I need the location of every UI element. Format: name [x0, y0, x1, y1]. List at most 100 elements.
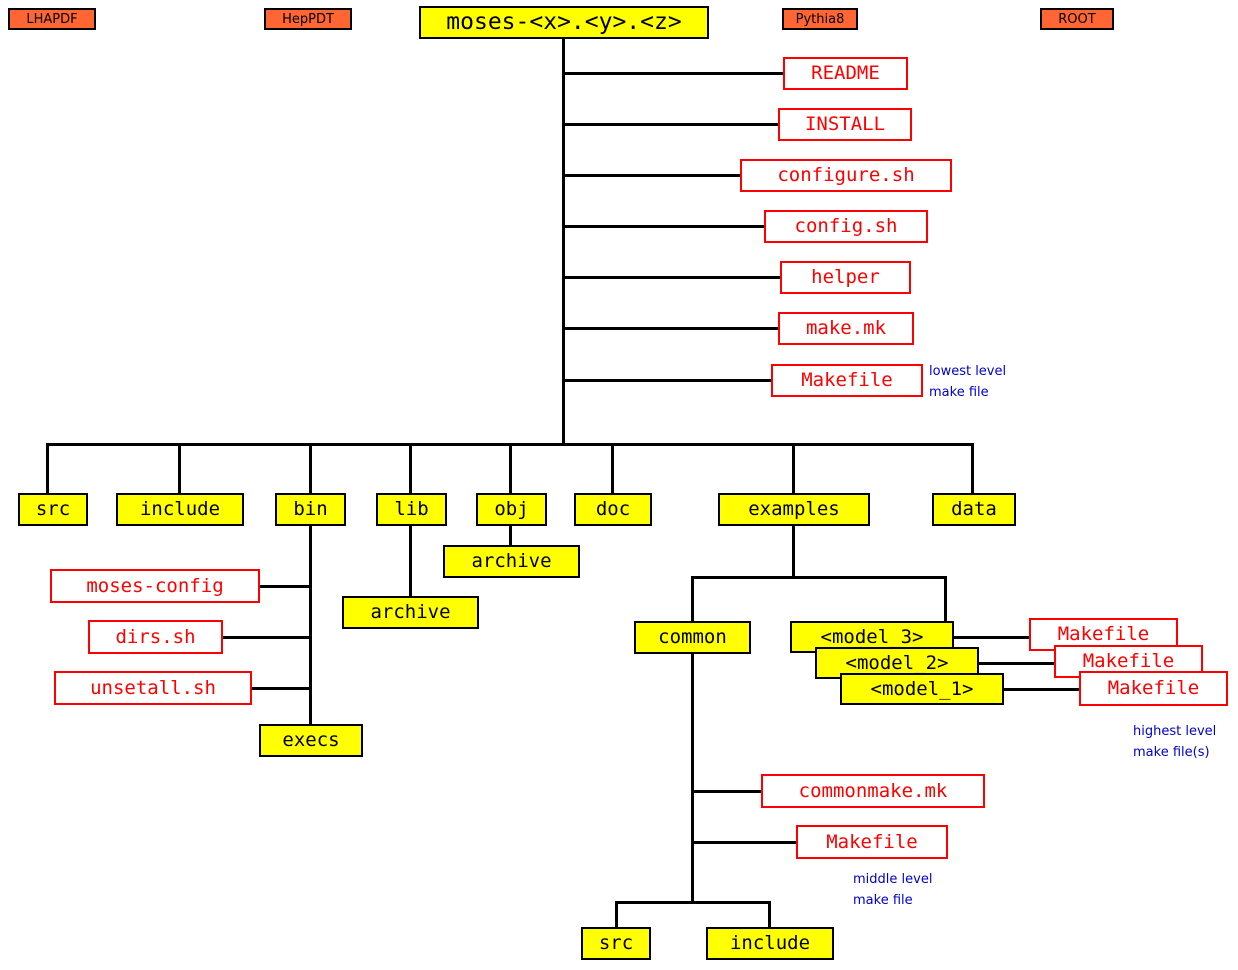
file-node-makefile-model-1: Makefile	[1079, 671, 1228, 706]
file-node-unsetall-sh: unsetall.sh	[54, 671, 252, 705]
dir-label: <model_3>	[820, 625, 924, 648]
stem-src	[46, 443, 49, 493]
dir-node-common-include: include	[706, 927, 834, 960]
file-label: dirs.sh	[115, 625, 196, 648]
stem-lib	[409, 443, 412, 493]
connector-makefile-lowest	[562, 379, 773, 382]
annotation-highest-level-make-files: highest level make file(s)	[1133, 721, 1216, 764]
file-label: config.sh	[794, 215, 898, 237]
connector-install	[562, 123, 780, 126]
file-label: Makefile	[1082, 650, 1175, 672]
dir-label: include	[729, 932, 811, 954]
dir-label: common	[658, 626, 727, 648]
dir-node-lib: lib	[376, 493, 447, 526]
file-node-helper: helper	[780, 261, 911, 294]
connector-dirs-sh	[221, 636, 312, 639]
dir-node-obj: obj	[476, 493, 547, 526]
external-package-heppdt: HepPDT	[264, 8, 352, 30]
connector-lib-archive	[409, 526, 412, 596]
root-package-label: moses-<x>.<y>.<z>	[446, 9, 682, 35]
external-package-label: Pythia8	[795, 11, 845, 27]
file-node-make-mk: make.mk	[778, 312, 914, 345]
connector-makefile-middle	[691, 841, 798, 844]
file-label: Makefile	[1057, 623, 1150, 645]
connector-model-3-makefile	[950, 636, 1040, 639]
annotation-line-2: make file(s)	[1133, 745, 1210, 761]
connector-configure-sh	[562, 174, 742, 177]
dir-node-common: common	[634, 621, 751, 654]
bus-line-common-children	[615, 901, 771, 904]
dir-label: lib	[394, 498, 429, 520]
root-package-node: moses-<x>.<y>.<z>	[419, 6, 709, 39]
stem-include	[178, 443, 181, 493]
dir-node-bin: bin	[275, 493, 346, 526]
stem-data	[971, 443, 974, 493]
connector-readme	[562, 72, 785, 75]
trunk-line-common	[691, 654, 694, 904]
annotation-line-1: highest level	[1133, 724, 1217, 739]
stem-common-src	[615, 901, 618, 927]
annotation-line-1: middle level	[853, 872, 933, 887]
external-package-lhapdf: LHAPDF	[8, 8, 96, 30]
external-package-root: ROOT	[1040, 8, 1114, 30]
stem-common-include	[768, 901, 771, 927]
stem-examples	[792, 443, 795, 493]
connector-obj-archive	[509, 526, 512, 545]
dir-label: archive	[370, 601, 451, 623]
file-label: moses-config	[86, 574, 224, 597]
file-label: README	[811, 62, 880, 84]
trunk-line-examples	[792, 526, 795, 578]
file-node-configure-sh: configure.sh	[740, 159, 952, 192]
dir-node-model-1: <model_1>	[840, 673, 1004, 705]
annotation-line-2: make file	[929, 385, 989, 401]
annotation-middle-level-make-file: middle level make file	[853, 869, 932, 912]
external-package-pythia8: Pythia8	[782, 8, 858, 30]
connector-model-1-makefile	[1000, 688, 1090, 691]
stem-common	[691, 576, 694, 622]
connector-unsetall-sh	[250, 687, 312, 690]
dir-node-doc: doc	[574, 493, 652, 526]
dir-node-execs: execs	[259, 724, 363, 757]
stem-obj	[509, 443, 512, 493]
dir-node-obj-archive: archive	[443, 545, 580, 578]
bus-line-examples	[691, 576, 947, 579]
dir-node-lib-archive: archive	[342, 596, 479, 629]
annotation-line-2: make file	[853, 893, 913, 909]
external-package-label: HepPDT	[282, 11, 334, 27]
stem-doc	[611, 443, 614, 493]
connector-moses-config	[258, 585, 312, 588]
connector-helper	[562, 276, 782, 279]
dir-label: include	[139, 498, 221, 520]
file-node-makefile-middle: Makefile	[796, 825, 948, 859]
file-node-dirs-sh: dirs.sh	[88, 620, 223, 654]
dir-label: src	[35, 498, 71, 520]
external-package-label: LHAPDF	[26, 11, 78, 27]
file-node-commonmake-mk: commonmake.mk	[761, 774, 985, 808]
connector-commonmake-mk	[691, 790, 763, 793]
file-node-install: INSTALL	[778, 108, 912, 141]
file-node-moses-config: moses-config	[50, 569, 260, 603]
dir-label: src	[598, 932, 634, 954]
annotation-line-1: lowest level	[929, 364, 1007, 379]
connector-config-sh	[562, 225, 766, 228]
file-label: Makefile	[1107, 677, 1200, 699]
tree-diagram-canvas: LHAPDF HepPDT Pythia8 ROOT moses-<x>.<y>…	[0, 0, 1238, 970]
file-label: Makefile	[826, 830, 918, 853]
dir-label: bin	[293, 498, 328, 520]
connector-make-mk	[562, 327, 780, 330]
dir-node-common-src: src	[581, 927, 651, 960]
file-node-makefile-lowest: Makefile	[771, 364, 923, 397]
dir-label: data	[951, 498, 997, 520]
dir-label: execs	[282, 729, 340, 751]
connector-model-2-makefile	[975, 662, 1065, 665]
annotation-lowest-level-make-file: lowest level make file	[929, 361, 1006, 404]
dir-node-src: src	[18, 493, 88, 526]
file-label: Makefile	[801, 369, 893, 391]
trunk-line-bin	[309, 526, 312, 726]
file-node-readme: README	[783, 57, 908, 90]
file-label: helper	[811, 266, 880, 288]
dir-label: doc	[595, 498, 631, 520]
file-label: unsetall.sh	[90, 676, 216, 699]
file-node-config-sh: config.sh	[764, 210, 928, 243]
dir-label: <model_1>	[870, 677, 974, 700]
